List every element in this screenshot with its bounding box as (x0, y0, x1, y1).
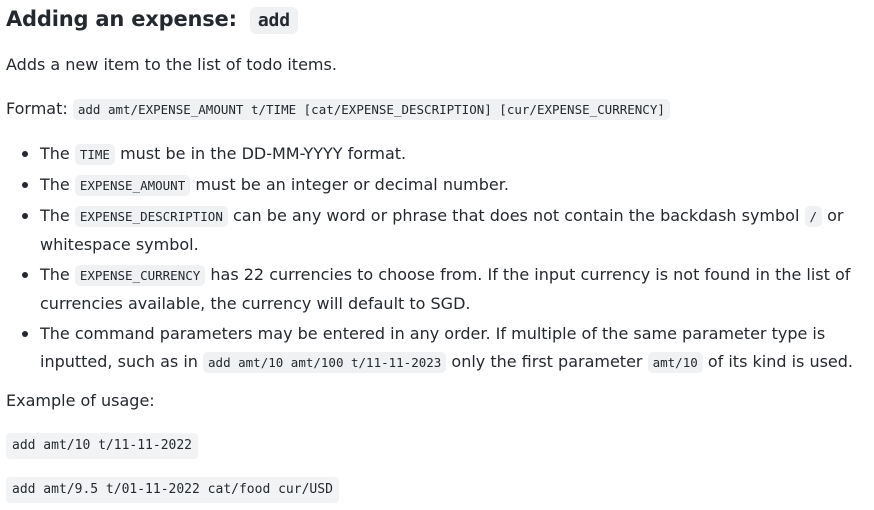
inline-code: amt/10 (647, 352, 703, 373)
constraints-list: The TIME must be in the DD-MM-YYYY forma… (6, 140, 868, 379)
inline-code: EXPENSE_CURRENCY (74, 265, 206, 286)
bullet-text: can be any word or phrase that does not … (232, 206, 800, 225)
list-item: The EXPENSE_AMOUNT must be an integer or… (22, 171, 868, 200)
bullet-text: The (40, 265, 70, 284)
format-syntax-code: add amt/EXPENSE_AMOUNT t/TIME [cat/EXPEN… (72, 99, 670, 120)
heading-command-code: add (249, 7, 298, 34)
bullet-text: must be in the DD-MM-YYYY format. (120, 144, 407, 163)
format-line: Format: add amt/EXPENSE_AMOUNT t/TIME [c… (6, 97, 670, 122)
bullet-text: The (40, 144, 70, 163)
heading-text: Adding an expense: (6, 7, 237, 31)
bullet-text: only the first parameter (451, 352, 643, 371)
inline-code: EXPENSE_AMOUNT (74, 175, 191, 196)
bullet-text: The (40, 175, 70, 194)
inline-code: TIME (74, 144, 115, 165)
intro-text: Adds a new item to the list of todo item… (6, 55, 337, 74)
inline-code: EXPENSE_DESCRIPTION (74, 206, 228, 227)
bullet-text: of its kind is used. (707, 352, 854, 371)
example-label: Example of usage: (6, 391, 155, 410)
list-item: The EXPENSE_CURRENCY has 22 currencies t… (22, 261, 868, 318)
format-label: Format: (6, 99, 68, 118)
list-item: The command parameters may be entered in… (22, 320, 868, 377)
section-heading: Adding an expense: add (6, 3, 298, 37)
inline-code: add amt/10 amt/100 t/11-11-2023 (203, 352, 447, 373)
list-item: The TIME must be in the DD-MM-YYYY forma… (22, 140, 868, 169)
bullet-text: The (40, 206, 70, 225)
inline-code: / (804, 206, 823, 227)
example-code-block-1: add amt/10 t/11-11-2022 (6, 433, 199, 459)
bullet-text: must be an integer or decimal number. (195, 175, 509, 194)
example-code-block-2: add amt/9.5 t/01-11-2022 cat/food cur/US… (6, 477, 339, 503)
list-item: The EXPENSE_DESCRIPTION can be any word … (22, 202, 868, 259)
